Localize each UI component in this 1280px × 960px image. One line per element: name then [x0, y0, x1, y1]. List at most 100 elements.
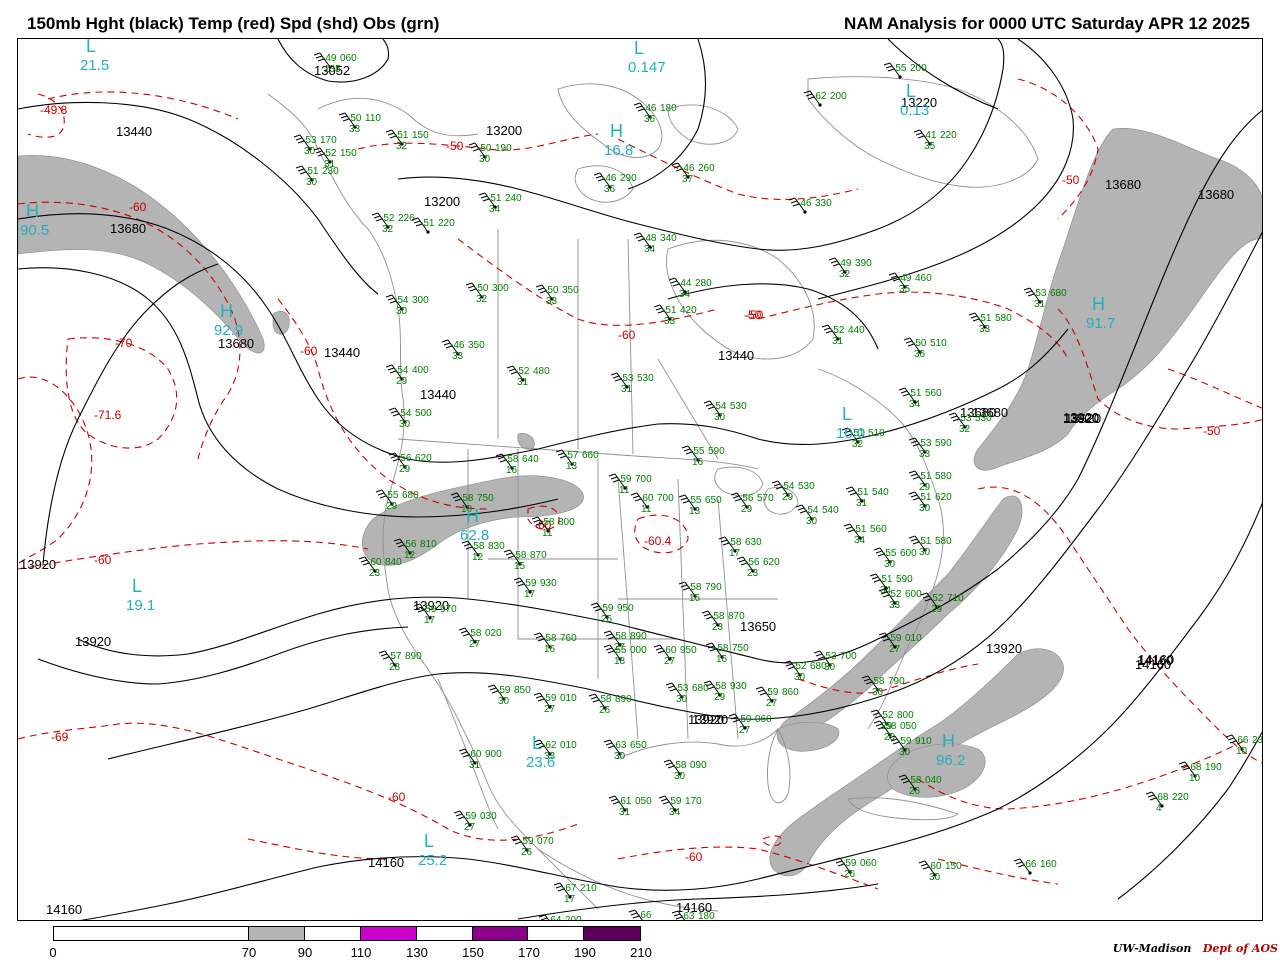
temperature-contour-label: -60	[685, 850, 703, 864]
station-dewpoint-depression: 30	[498, 696, 510, 707]
temperature-contour-label: -60	[300, 344, 318, 358]
station-height: 170	[685, 796, 702, 807]
station-dewpoint-depression: 31	[856, 498, 868, 509]
center-letter: H	[1092, 294, 1105, 314]
station-plot: -63 650 30	[603, 739, 647, 762]
station-plot: -53 530 32	[948, 412, 992, 435]
station-dewpoint-depression: 12	[404, 550, 416, 561]
station-temperature: -58	[882, 721, 897, 732]
station-dewpoint-depression: 29	[396, 376, 408, 387]
temperature-contour-label: -60	[129, 200, 147, 214]
station-height: 220	[438, 218, 455, 229]
temperature-contour-label: -49.8	[40, 103, 68, 117]
station-height: 170	[320, 135, 337, 146]
jet-shade-west-2	[517, 433, 535, 450]
station-plot: -60 700 11	[630, 492, 674, 515]
station-dewpoint-depression: 34	[679, 289, 691, 300]
station-height: 150	[340, 148, 357, 159]
station-plot: -54 400 29	[385, 364, 429, 387]
height-contour-label: 13200	[424, 194, 460, 209]
station-temperature: -62	[542, 740, 557, 751]
arctic-islands	[557, 83, 739, 203]
station-dewpoint-depression: 30	[479, 154, 491, 165]
height-contour-label: 13920	[986, 641, 1022, 656]
station-temperature: -66	[1022, 859, 1037, 870]
station-plot: -50 350 33	[535, 284, 579, 307]
legend-tick-label: 70	[241, 945, 257, 960]
station-plot: -59 060 27	[728, 713, 772, 736]
temperature-contour-label: -50	[1203, 424, 1221, 438]
wind-speed-legend	[53, 926, 641, 941]
station-height: 330	[815, 198, 832, 209]
legend-tick-label: 190	[574, 945, 596, 960]
station-dewpoint-depression: 30	[794, 672, 806, 683]
station-temperature: -59	[617, 474, 632, 485]
legend-segment	[528, 927, 585, 940]
station-height: 870	[530, 550, 547, 561]
station-height: 930	[540, 578, 557, 589]
station-dewpoint-depression: 23	[747, 568, 759, 579]
station-dewpoint-depression: 13	[689, 506, 701, 517]
station-temperature: -58	[687, 582, 702, 593]
station-temperature: -55	[882, 548, 897, 559]
station-height: 020	[485, 628, 502, 639]
station-height: 580	[935, 471, 952, 482]
center-value: 90.5	[20, 222, 49, 239]
center-value: 96.2	[936, 752, 965, 769]
station-plot: -58 83012	[461, 540, 505, 563]
station-temperature: -62	[812, 91, 827, 102]
station-plot: -51 620 30	[908, 491, 952, 514]
temperature-contour-label: -60	[388, 790, 406, 804]
station-dewpoint-depression: 10	[1189, 773, 1201, 784]
station-temperature: -56	[745, 557, 760, 568]
legend-tick-label: 150	[462, 945, 484, 960]
station-dewpoint-depression: 29	[714, 692, 726, 703]
station-temperature: -54	[397, 408, 412, 419]
station-height: 340	[660, 233, 677, 244]
station-plot: -55 650 13	[678, 494, 722, 517]
station-plot: -53 590 33	[908, 437, 952, 460]
station-temperature: -46	[450, 340, 465, 351]
station-dewpoint-depression: 29	[782, 492, 794, 503]
height-contour-label: 13680	[1105, 177, 1141, 192]
station-temperature: -57	[387, 651, 402, 662]
analysis-time-title: NAM Analysis for 0000 UTC Saturday APR 1…	[844, 14, 1250, 33]
station-dewpoint-depression: 30	[306, 177, 318, 188]
station-height: 200	[565, 915, 582, 921]
station-temperature: -46	[680, 163, 695, 174]
station-dewpoint-depression: 30	[676, 694, 688, 705]
station-temperature: -66	[1234, 735, 1249, 746]
station-dewpoint-depression: 23	[712, 622, 724, 633]
station-height: 630	[745, 537, 762, 548]
station-height: 620	[415, 453, 432, 464]
height-center-marker: H16.8	[604, 121, 633, 159]
station-temperature: -48	[642, 233, 657, 244]
weather-map: 13052 13440 13200 13200 13680 13680 13440 13440…	[17, 38, 1263, 921]
station-plot: -51 240 34	[478, 192, 522, 215]
station-temperature: -44	[677, 278, 692, 289]
station-height: 840	[385, 557, 402, 568]
center-value: 0.147	[628, 59, 666, 76]
station-height: 680	[810, 661, 827, 672]
station-height: 750	[477, 493, 494, 504]
station-height: 530	[730, 401, 747, 412]
station-height: 910	[915, 736, 932, 747]
legend-segment	[54, 927, 250, 940]
station-temperature: -49	[322, 53, 337, 64]
station-temperature: -59	[519, 836, 534, 847]
station-plot: -58 750 16	[705, 642, 749, 665]
station-height: 010	[560, 693, 577, 704]
station-dewpoint-depression: 34	[669, 807, 681, 818]
station-height: 110	[365, 113, 381, 124]
station-height: 590	[935, 438, 952, 449]
station-height: 400	[412, 365, 429, 376]
station-plot: -62 200	[803, 90, 847, 107]
station-plot: -53 680 30	[665, 682, 709, 705]
station-height: 226	[398, 213, 415, 224]
station-height: 350	[468, 340, 485, 351]
station-height: 480	[533, 366, 550, 377]
station-dewpoint-depression: 30	[919, 547, 931, 558]
station-dewpoint-depression: 30	[714, 412, 726, 423]
temperature-contour-label: -50	[1062, 173, 1080, 187]
station-temperature: -56	[397, 453, 412, 464]
